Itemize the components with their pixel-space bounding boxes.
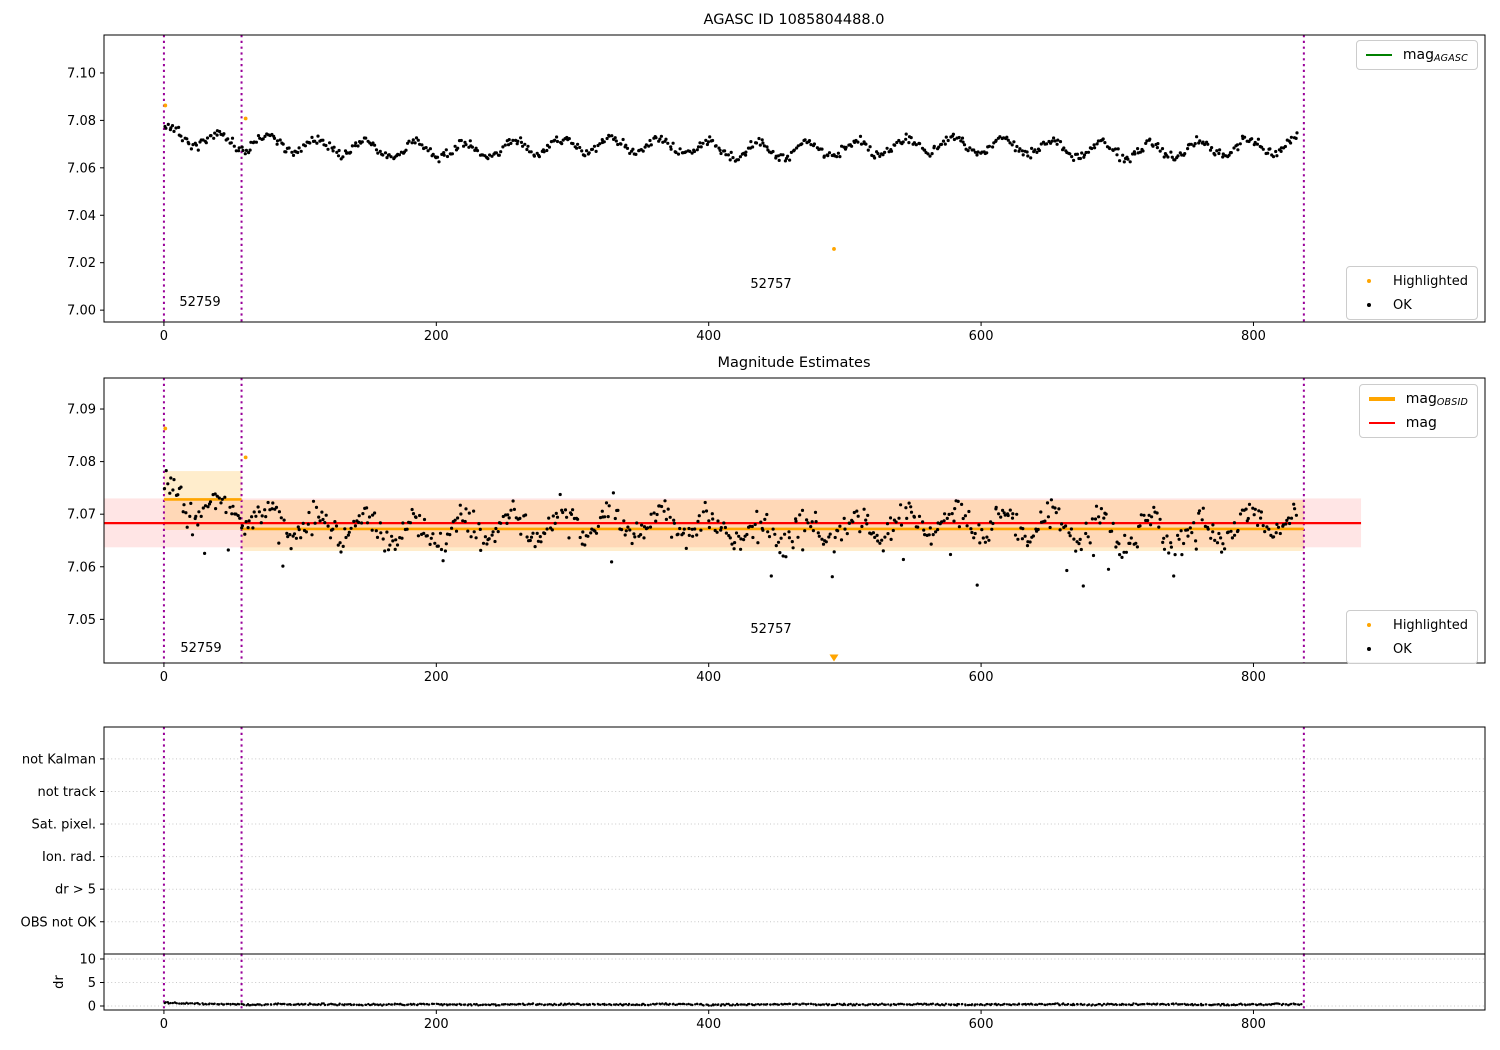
flag-category-label: not track — [37, 785, 96, 800]
legend-item: OK — [1356, 639, 1468, 659]
tick-label: 400 — [696, 670, 721, 685]
axes-frame — [103, 34, 1486, 323]
y-axis-label: dr — [52, 975, 67, 989]
tick-label: 200 — [424, 329, 449, 344]
axes-frame — [103, 726, 1486, 955]
tick-label: 7.09 — [67, 403, 96, 418]
legend-plot1-points: Highlighted OK — [1346, 266, 1478, 320]
legend-mag-agasc: magAGASC — [1355, 40, 1478, 70]
ok-points — [163, 122, 1299, 164]
mag-obsid-line-icon — [1368, 397, 1395, 401]
tick-label: 5 — [88, 976, 96, 991]
tick-label: 10 — [79, 952, 96, 967]
tick-label: 800 — [1241, 1017, 1266, 1032]
obsid-52759-label-plot1: 52759 — [179, 295, 221, 310]
tick-label: 7.10 — [67, 66, 96, 81]
tick-label: 7.07 — [67, 508, 96, 523]
tick-label: 0 — [88, 1000, 96, 1015]
tick-label: 200 — [424, 1017, 449, 1032]
tick-label: 7.02 — [67, 256, 96, 271]
tick-label: 200 — [424, 670, 449, 685]
flag-category-label: OBS not OK — [21, 915, 97, 930]
highlighted-point — [243, 455, 248, 460]
obsid-52757-label-plot2: 52757 — [750, 622, 792, 637]
tick-label: 7.05 — [67, 613, 96, 628]
tick-label: 400 — [696, 329, 721, 344]
tick-label: 7.04 — [67, 209, 96, 224]
tick-label: 600 — [969, 1017, 994, 1032]
mag-agasc-line-icon — [1365, 53, 1392, 57]
obsid-52759-label-plot2: 52759 — [180, 641, 222, 656]
tick-label: 0 — [160, 1017, 168, 1032]
tick-label: 0 — [160, 670, 168, 685]
subplot-magnitude-estimates: 0 200 400 600 800 7.05 7.06 7.07 7.08 7.09 — [67, 377, 1486, 685]
highlighted-dot-icon — [1356, 278, 1382, 284]
tick-label: 600 — [969, 329, 994, 344]
flag-category-label: Sat. pixel. — [32, 818, 96, 833]
tick-label: 800 — [1241, 670, 1266, 685]
highlighted-point — [163, 426, 168, 431]
highlighted-point — [243, 116, 248, 121]
ok-dot-icon — [1356, 646, 1382, 652]
tick-label: 7.00 — [67, 304, 96, 319]
plots-canvas: 0 200 400 600 800 7.00 7.02 7.04 7.06 7.08 7.10 0 20… — [21, 34, 1486, 1032]
legend-item: Highlighted — [1356, 615, 1468, 635]
legend-item: magAGASC — [1365, 45, 1468, 65]
tick-label: 7.08 — [67, 455, 96, 470]
legend-mag-obsid: magOBSID mag — [1358, 384, 1478, 438]
legend-item: OK — [1356, 295, 1468, 315]
tick-label: 600 — [969, 670, 994, 685]
highlighted-point — [163, 103, 168, 108]
subplot-quality-flags: not Kalman not track Sat. pixel. Ion. rad. d… — [21, 726, 1486, 955]
subplot-agasc-mags: 0 200 400 600 800 7.00 7.02 7.04 7.06 7.08 7.10 — [67, 34, 1486, 344]
tick-label: 7.06 — [67, 161, 96, 176]
legend-item: Highlighted — [1356, 271, 1468, 291]
figure: 0 200 400 600 800 7.00 7.02 7.04 7.06 7.08 7.10 0 20… — [0, 0, 1500, 1050]
mag-line-icon — [1368, 421, 1395, 425]
obsid-52757-band — [241, 499, 1304, 551]
legend-plot2-points: Highlighted OK — [1346, 610, 1478, 664]
plot1-title: AGASC ID 1085804488.0 — [703, 12, 885, 28]
tick-label: 7.08 — [67, 114, 96, 129]
flag-category-label: Ion. rad. — [42, 850, 96, 865]
tick-label: 400 — [696, 1017, 721, 1032]
tick-label: 7.06 — [67, 560, 96, 575]
clipped-highlighted-marker — [829, 654, 839, 662]
highlighted-dot-icon — [1356, 622, 1382, 628]
obsid-52757-label-plot1: 52757 — [750, 277, 792, 292]
plot2-title: Magnitude Estimates — [717, 355, 871, 371]
highlighted-point — [832, 247, 836, 251]
tick-label: 0 — [160, 329, 168, 344]
flag-category-label: not Kalman — [22, 752, 96, 767]
ok-dot-icon — [1356, 302, 1382, 308]
subplot-dr: 0 200 400 600 800 0 5 10 dr — [52, 952, 1486, 1032]
legend-item: mag — [1368, 413, 1468, 433]
legend-item: magOBSID — [1368, 389, 1468, 409]
flag-category-label: dr > 5 — [55, 883, 96, 898]
tick-label: 800 — [1241, 329, 1266, 344]
